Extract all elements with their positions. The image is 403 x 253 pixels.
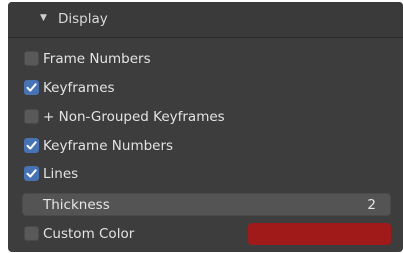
thickness-field[interactable]: Thickness 2 — [22, 193, 391, 216]
option-label: Keyframes — [43, 80, 115, 96]
checkmark-icon — [26, 169, 37, 178]
thickness-label: Thickness — [43, 197, 110, 213]
option-label: Keyframe Numbers — [43, 138, 174, 154]
option-lines[interactable]: Lines — [8, 163, 403, 185]
option-label: Frame Numbers — [43, 51, 151, 67]
checkbox-frame-numbers[interactable] — [24, 51, 39, 66]
collapse-arrow-icon[interactable]: ▼ — [40, 14, 47, 23]
option-label: + Non-Grouped Keyframes — [43, 109, 225, 125]
checkbox-lines[interactable] — [24, 166, 39, 181]
option-keyframe-numbers[interactable]: Keyframe Numbers — [8, 135, 403, 157]
checkbox-non-grouped-keyframes[interactable] — [24, 109, 39, 124]
option-non-grouped-keyframes[interactable]: + Non-Grouped Keyframes — [8, 106, 403, 128]
checkbox-keyframes[interactable] — [24, 80, 39, 95]
checkmark-icon — [26, 141, 37, 150]
option-label: Lines — [43, 166, 79, 182]
checkmark-icon — [26, 83, 37, 92]
panel-title: Display — [58, 11, 108, 27]
thickness-value: 2 — [367, 197, 376, 213]
display-panel: ▼ Display Frame Numbers Keyframes + Non-… — [8, 2, 403, 252]
option-label: Custom Color — [43, 226, 135, 242]
checkbox-custom-color[interactable] — [24, 226, 39, 241]
option-frame-numbers[interactable]: Frame Numbers — [8, 48, 403, 70]
checkbox-keyframe-numbers[interactable] — [24, 138, 39, 153]
custom-color-swatch[interactable] — [248, 223, 391, 245]
option-keyframes[interactable]: Keyframes — [8, 77, 403, 99]
panel-header[interactable]: ▼ Display — [8, 2, 403, 38]
